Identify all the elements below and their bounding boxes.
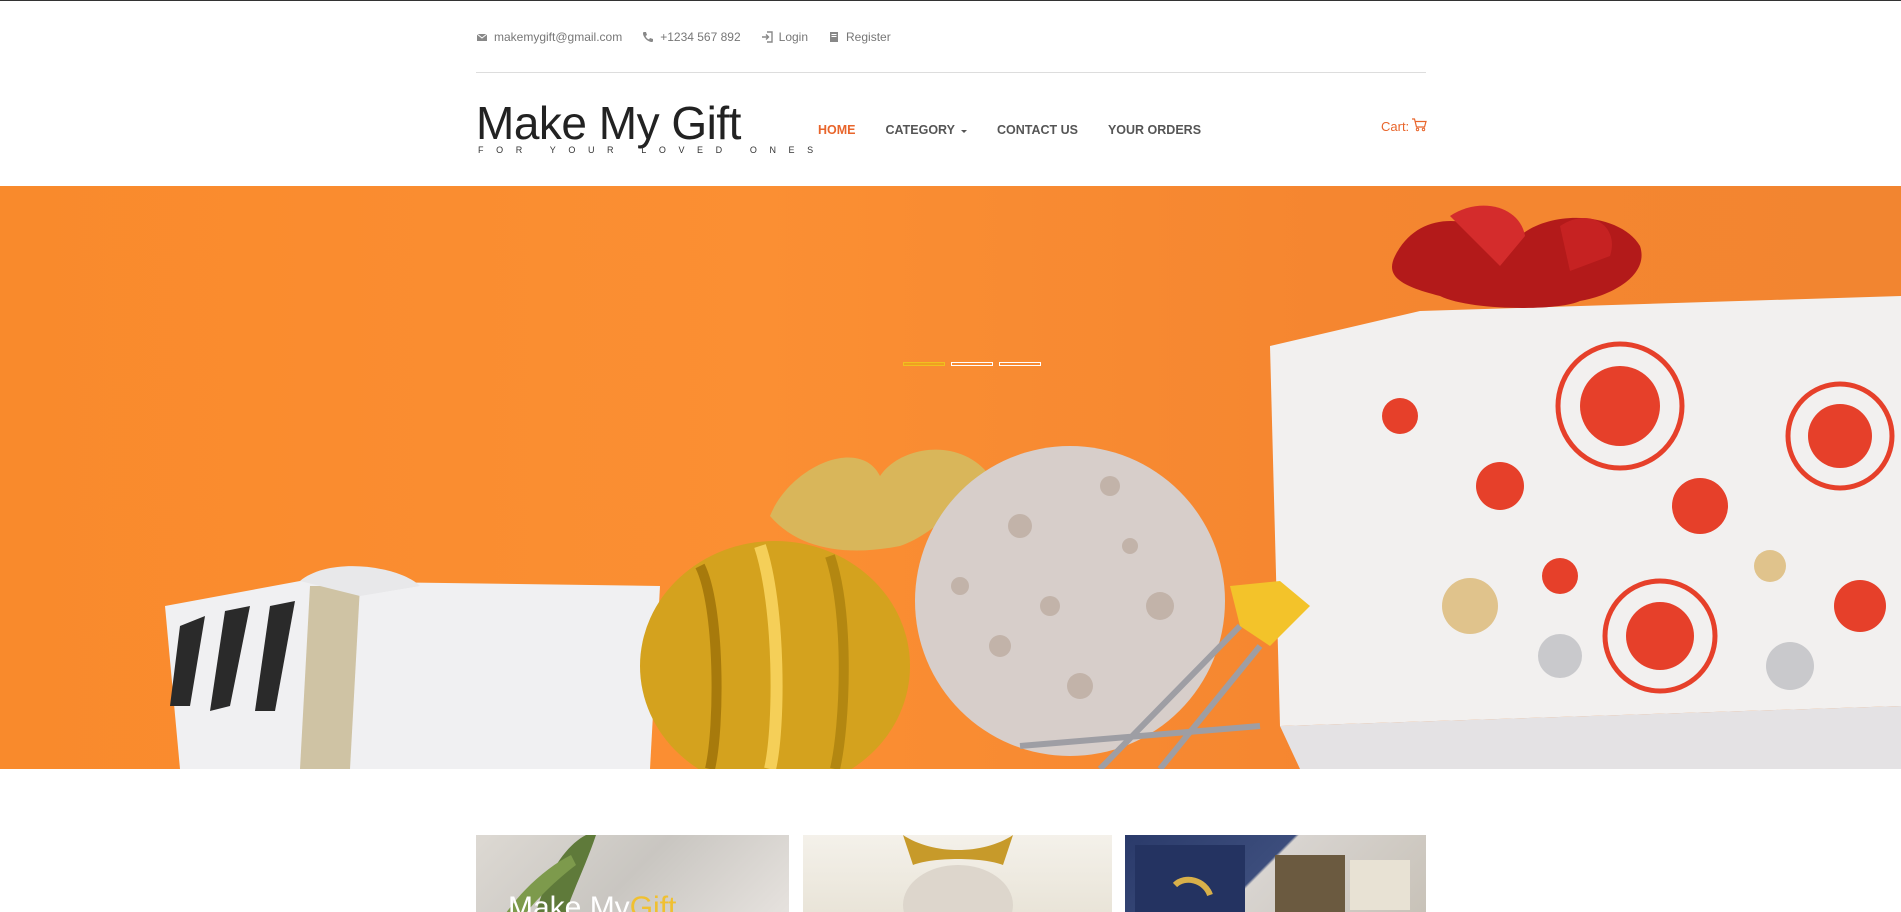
cart-icon [1411, 117, 1427, 135]
hero-carousel[interactable] [0, 186, 1901, 769]
main-nav: HOME CATEGORY CONTACT US YOUR ORDERS [818, 123, 1201, 137]
carousel-indicator-1[interactable] [903, 362, 945, 366]
caret-down-icon [960, 129, 967, 133]
register-text: Register [846, 30, 891, 44]
nav-orders-label: YOUR ORDERS [1107, 123, 1202, 137]
nav-home-label: HOME [818, 123, 856, 137]
product-image-2 [903, 835, 1013, 912]
phone-icon [642, 31, 654, 43]
nav-contact-label: CONTACT US [996, 123, 1078, 137]
email-text: makemygift@gmail.com [494, 30, 623, 44]
phone-link[interactable]: +1234 567 892 [642, 30, 741, 44]
register-icon [828, 31, 840, 43]
carousel-indicator-3[interactable] [999, 362, 1041, 366]
product-card-2[interactable] [803, 835, 1112, 912]
cart-link[interactable]: Cart: [1381, 117, 1427, 135]
nav-orders[interactable]: YOUR ORDERS [1108, 123, 1201, 137]
page: makemygift@gmail.com +1234 567 892 Login… [0, 0, 1901, 912]
product-card-1-overlay: Make MyGift [508, 891, 676, 912]
product-image-3 [1135, 845, 1410, 912]
email-link[interactable]: makemygift@gmail.com [476, 30, 622, 44]
carousel-indicator-2[interactable] [951, 362, 993, 366]
nav-contact[interactable]: CONTACT US [997, 123, 1078, 137]
silver-ornament [915, 446, 1225, 756]
product-card-1[interactable]: Make MyGift [476, 835, 789, 912]
gift-box-left [165, 566, 660, 769]
login-link[interactable]: Login [761, 30, 808, 44]
product-card-3[interactable] [1125, 835, 1426, 912]
carousel-indicators [903, 362, 1041, 366]
nav-category[interactable]: CATEGORY [886, 123, 967, 137]
hero-image [165, 205, 1901, 769]
gold-ornament [640, 541, 910, 769]
site-logo[interactable]: Make My Gift FOR YOUR LOVED ONES [476, 99, 826, 155]
phone-text: +1234 567 892 [660, 30, 741, 44]
nav-category-label: CATEGORY [885, 123, 955, 137]
overlay-text-a: Make My [508, 891, 630, 912]
login-text: Login [778, 30, 809, 44]
top-bar: makemygift@gmail.com +1234 567 892 Login… [476, 27, 1426, 47]
logo-title: Make My Gift [476, 97, 741, 149]
logo-tagline: FOR YOUR LOVED ONES [478, 145, 826, 155]
overlay-text-b: Gift [629, 891, 677, 912]
envelope-icon [476, 31, 488, 43]
gift-box-right [1270, 296, 1901, 769]
red-bow [1392, 205, 1642, 308]
cart-label: Cart: [1381, 118, 1410, 134]
login-icon [761, 31, 773, 43]
register-link[interactable]: Register [828, 30, 891, 44]
header-divider [476, 72, 1426, 73]
nav-home[interactable]: HOME [818, 123, 856, 137]
